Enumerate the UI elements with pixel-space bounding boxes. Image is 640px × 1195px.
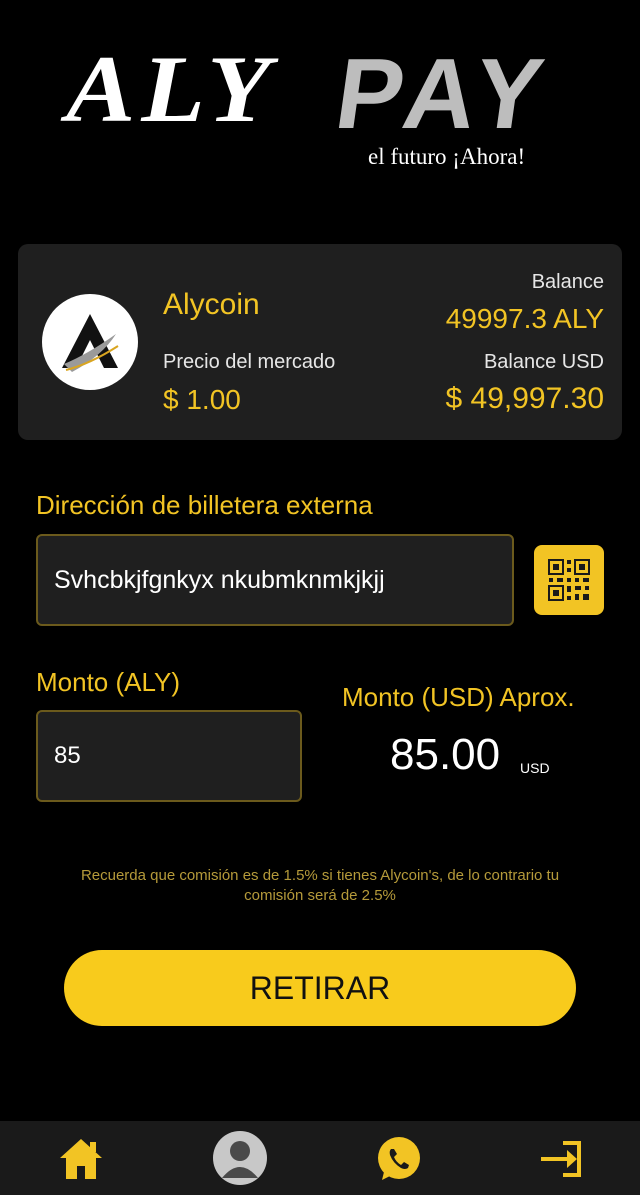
wallet-address-input[interactable] [36, 534, 514, 626]
balance-card: Alycoin Precio del mercado $ 1.00 Balanc… [18, 244, 622, 440]
qr-code-icon [548, 559, 590, 601]
nav-whatsapp-button[interactable] [373, 1133, 425, 1185]
nav-logout-button[interactable] [535, 1133, 587, 1185]
amount-aly-label: Monto (ALY) [36, 667, 181, 697]
qr-scan-button[interactable] [534, 545, 604, 615]
amount-aly-input[interactable] [36, 710, 302, 802]
logo-tagline: el futuro ¡Ahora! [368, 144, 526, 169]
price-label: Precio del mercado [163, 351, 336, 373]
withdraw-button[interactable]: RETIRAR [64, 950, 576, 1026]
balance-usd-value: $ 49,997.30 [445, 382, 604, 415]
amount-usd-value: 85.00 [390, 730, 501, 779]
logo-word-aly: ALY [66, 36, 277, 143]
amount-usd-unit: USD [520, 760, 550, 776]
balance-usd-label: Balance USD [483, 351, 604, 373]
nav-profile-button[interactable] [212, 1130, 268, 1186]
bottom-nav [0, 1121, 640, 1195]
home-icon [60, 1139, 102, 1179]
balance-value: 49997.3 ALY [445, 303, 604, 334]
alypay-logo: ALY PAY el futuro ¡Ahora! [60, 36, 580, 180]
coin-name: Alycoin [163, 288, 260, 321]
nav-home-button[interactable] [55, 1133, 107, 1185]
alycoin-logo-icon [42, 294, 138, 390]
logo-word-pay: PAY [329, 38, 558, 150]
balance-label: Balance [531, 271, 604, 293]
logout-icon [541, 1141, 581, 1177]
price-value: $ 1.00 [163, 384, 241, 415]
amount-usd-label: Monto (USD) Aprox. [342, 682, 575, 712]
whatsapp-icon [378, 1137, 420, 1180]
address-label: Dirección de billetera externa [36, 490, 373, 520]
commission-notice: Recuerda que comisión es de 1.5% si tien… [80, 867, 560, 904]
profile-avatar [213, 1131, 267, 1185]
